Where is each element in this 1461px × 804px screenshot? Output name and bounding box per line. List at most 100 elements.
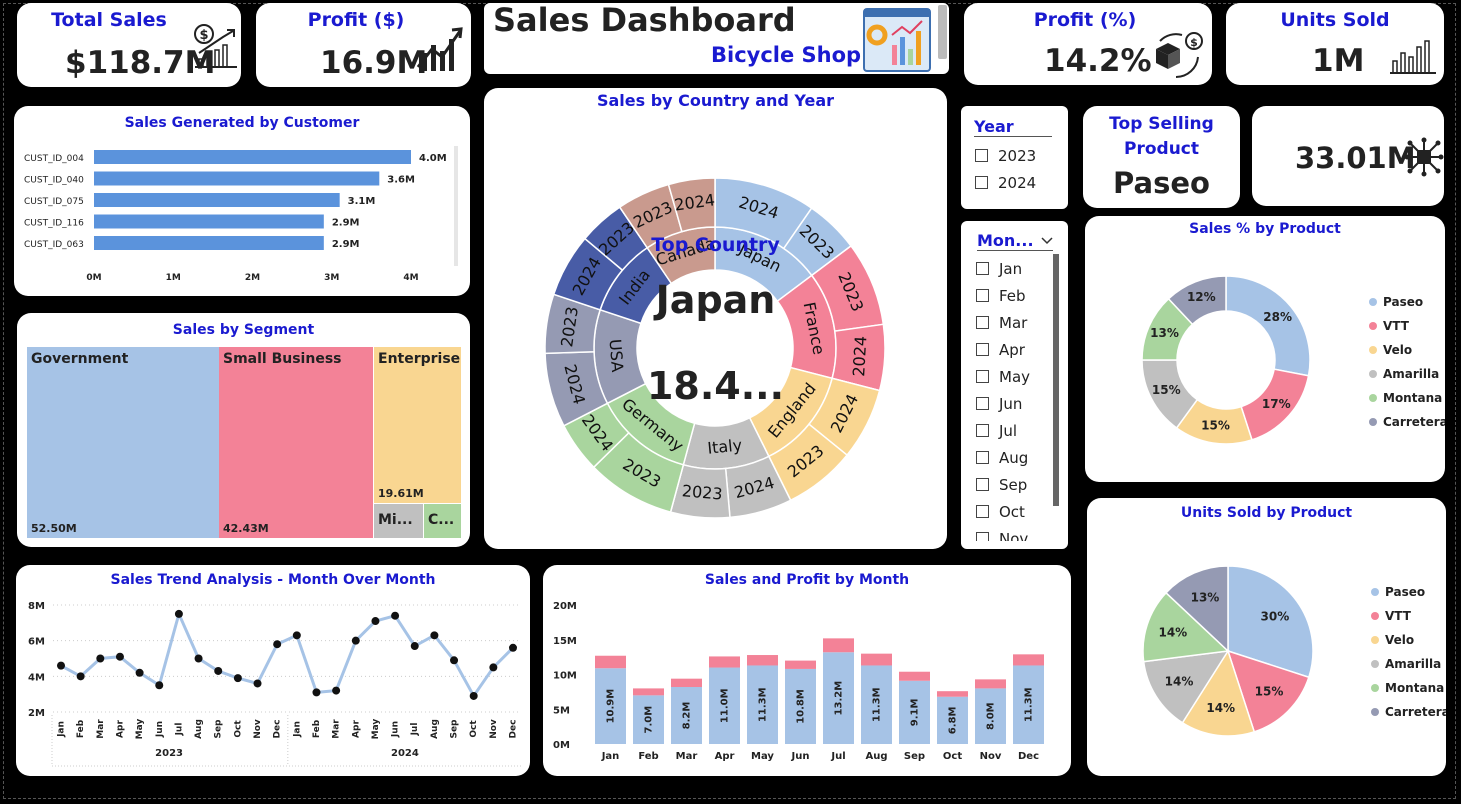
monthly-profit-bar[interactable]	[633, 688, 664, 696]
pie-slice-paseo[interactable]	[1225, 275, 1311, 377]
checkbox[interactable]	[976, 532, 989, 541]
month-option-jul[interactable]: Jul	[976, 417, 1030, 444]
checkbox[interactable]	[976, 343, 989, 356]
monthly-profit-bar[interactable]	[823, 638, 854, 653]
monthly-profit-bar[interactable]	[899, 671, 930, 681]
legend-item-montana[interactable]: Montana	[1371, 676, 1446, 700]
treemap-tile-mi[interactable]: Mi...	[374, 504, 423, 538]
checkbox[interactable]	[976, 505, 989, 518]
legend-item-vtt[interactable]: VTT	[1369, 314, 1445, 338]
month-slicer-header[interactable]: Mon...	[977, 231, 1053, 251]
trend-point[interactable]	[509, 643, 517, 652]
month-option-jan[interactable]: Jan	[976, 255, 1030, 282]
trend-point[interactable]	[273, 640, 282, 649]
month-option-may[interactable]: May	[976, 363, 1030, 390]
legend-item-carretera[interactable]: Carretera	[1369, 410, 1445, 434]
kpi-profit-card[interactable]: Profit ($) 16.9M	[256, 3, 471, 87]
trend-point[interactable]	[57, 661, 65, 670]
kpi-total-sales-card[interactable]: Total Sales $118.7M $	[17, 3, 241, 87]
year-slicer[interactable]: Year 2023 2024	[961, 106, 1068, 209]
trend-point[interactable]	[332, 686, 341, 695]
kpi-profit-pct-card[interactable]: Profit (%) 14.2% $	[964, 3, 1212, 85]
monthly-profit-bar[interactable]	[937, 691, 968, 697]
month-option-sep[interactable]: Sep	[976, 471, 1030, 498]
month-option-nov[interactable]: Nov	[976, 525, 1030, 541]
monthly-profit-bar[interactable]	[785, 660, 816, 669]
month-option-oct[interactable]: Oct	[976, 498, 1030, 525]
trend-point[interactable]	[450, 656, 459, 665]
legend-item-velo[interactable]: Velo	[1371, 628, 1446, 652]
trend-point[interactable]	[430, 631, 439, 640]
monthly-profit-bar[interactable]	[709, 656, 740, 668]
legend-item-paseo[interactable]: Paseo	[1371, 580, 1446, 604]
checkbox[interactable]	[976, 397, 989, 410]
trend-point[interactable]	[469, 691, 478, 700]
trend-point[interactable]	[312, 688, 321, 697]
trend-point[interactable]	[76, 672, 85, 681]
checkbox[interactable]	[975, 149, 988, 162]
customer-bar[interactable]	[94, 150, 411, 164]
customer-bar[interactable]	[94, 214, 324, 229]
legend-item-velo[interactable]: Velo	[1369, 338, 1445, 362]
top-product-sales-card[interactable]: 33.01M	[1252, 106, 1444, 206]
treemap-tile-government[interactable]: Government 52.50M	[27, 347, 219, 538]
checkbox[interactable]	[976, 424, 989, 437]
customer-chart-scrollbar[interactable]	[454, 146, 458, 266]
checkbox[interactable]	[976, 451, 989, 464]
trend-point[interactable]	[351, 636, 360, 645]
month-option-feb[interactable]: Feb	[976, 282, 1030, 309]
trend-point[interactable]	[115, 652, 124, 661]
monthly-profit-bar[interactable]	[1013, 654, 1044, 666]
checkbox[interactable]	[976, 370, 989, 383]
year-option-2023[interactable]: 2023	[975, 142, 1036, 169]
legend-item-vtt[interactable]: VTT	[1371, 604, 1446, 628]
monthly-profit-bar[interactable]	[747, 655, 778, 666]
legend-item-carretera[interactable]: Carretera	[1371, 700, 1446, 724]
customer-bar[interactable]	[94, 193, 340, 207]
monthly-profit-bar[interactable]	[861, 653, 892, 666]
trend-line[interactable]	[60, 609, 515, 699]
top-product-card[interactable]: Top Selling Product Paseo	[1083, 106, 1240, 208]
trend-point[interactable]	[194, 654, 203, 663]
customer-bar[interactable]	[94, 236, 324, 250]
legend-item-amarilla[interactable]: Amarilla	[1371, 652, 1446, 676]
month-slicer-scrollbar[interactable]	[1053, 254, 1059, 506]
monthly-profit-bar[interactable]	[671, 678, 702, 688]
month-option-aug[interactable]: Aug	[976, 444, 1030, 471]
trend-point[interactable]	[214, 666, 223, 675]
checkbox[interactable]	[976, 289, 989, 302]
month-option-apr[interactable]: Apr	[976, 336, 1030, 363]
month-slicer[interactable]: Mon... Jan Feb Mar Apr May Jun Jul Aug Sep Oct Nov	[961, 221, 1068, 549]
title-scrollbar[interactable]	[938, 5, 947, 59]
trend-point[interactable]	[371, 617, 380, 626]
checkbox[interactable]	[976, 316, 989, 329]
treemap-tile-c[interactable]: C...	[424, 504, 461, 538]
month-option-mar[interactable]: Mar	[976, 309, 1030, 336]
treemap-tile-small-business[interactable]: Small Business 42.43M	[219, 347, 373, 538]
legend-item-amarilla[interactable]: Amarilla	[1369, 362, 1445, 386]
customer-bar-chart[interactable]: CUST_ID_004 4.0M CUST_ID_040 3.6M CUST_ID_07…	[14, 106, 470, 296]
trend-point[interactable]	[233, 674, 242, 683]
monthly-profit-bar[interactable]	[975, 679, 1006, 689]
year-option-2024[interactable]: 2024	[975, 169, 1036, 196]
kpi-units-sold-card[interactable]: Units Sold 1M	[1226, 3, 1444, 85]
checkbox[interactable]	[976, 262, 989, 275]
trend-point[interactable]	[155, 681, 164, 690]
trend-point[interactable]	[174, 609, 183, 618]
monthly-stacked-bar-chart[interactable]: 0M 5M 10M 15M 20M 10.9M Jan 7.0M Feb 8.2M Mar 11.0M…	[543, 565, 1071, 776]
trend-point[interactable]	[96, 654, 105, 663]
month-option-jun[interactable]: Jun	[976, 390, 1030, 417]
checkbox[interactable]	[975, 176, 988, 189]
treemap-tile-enterprise[interactable]: Enterprise 19.61M	[374, 347, 461, 503]
trend-point[interactable]	[292, 631, 301, 640]
trend-line-chart[interactable]: 2M 4M 6M 8M Jan Feb Mar Apr May Jun Jul Aug Sep Oct No…	[16, 565, 530, 776]
trend-point[interactable]	[489, 663, 498, 672]
legend-item-montana[interactable]: Montana	[1369, 386, 1445, 410]
trend-point[interactable]	[410, 642, 419, 651]
chevron-down-icon[interactable]	[1041, 236, 1053, 245]
customer-bar[interactable]	[94, 171, 380, 186]
trend-point[interactable]	[253, 679, 262, 688]
monthly-profit-bar[interactable]	[595, 655, 626, 669]
trend-point[interactable]	[135, 668, 144, 677]
checkbox[interactable]	[976, 478, 989, 491]
